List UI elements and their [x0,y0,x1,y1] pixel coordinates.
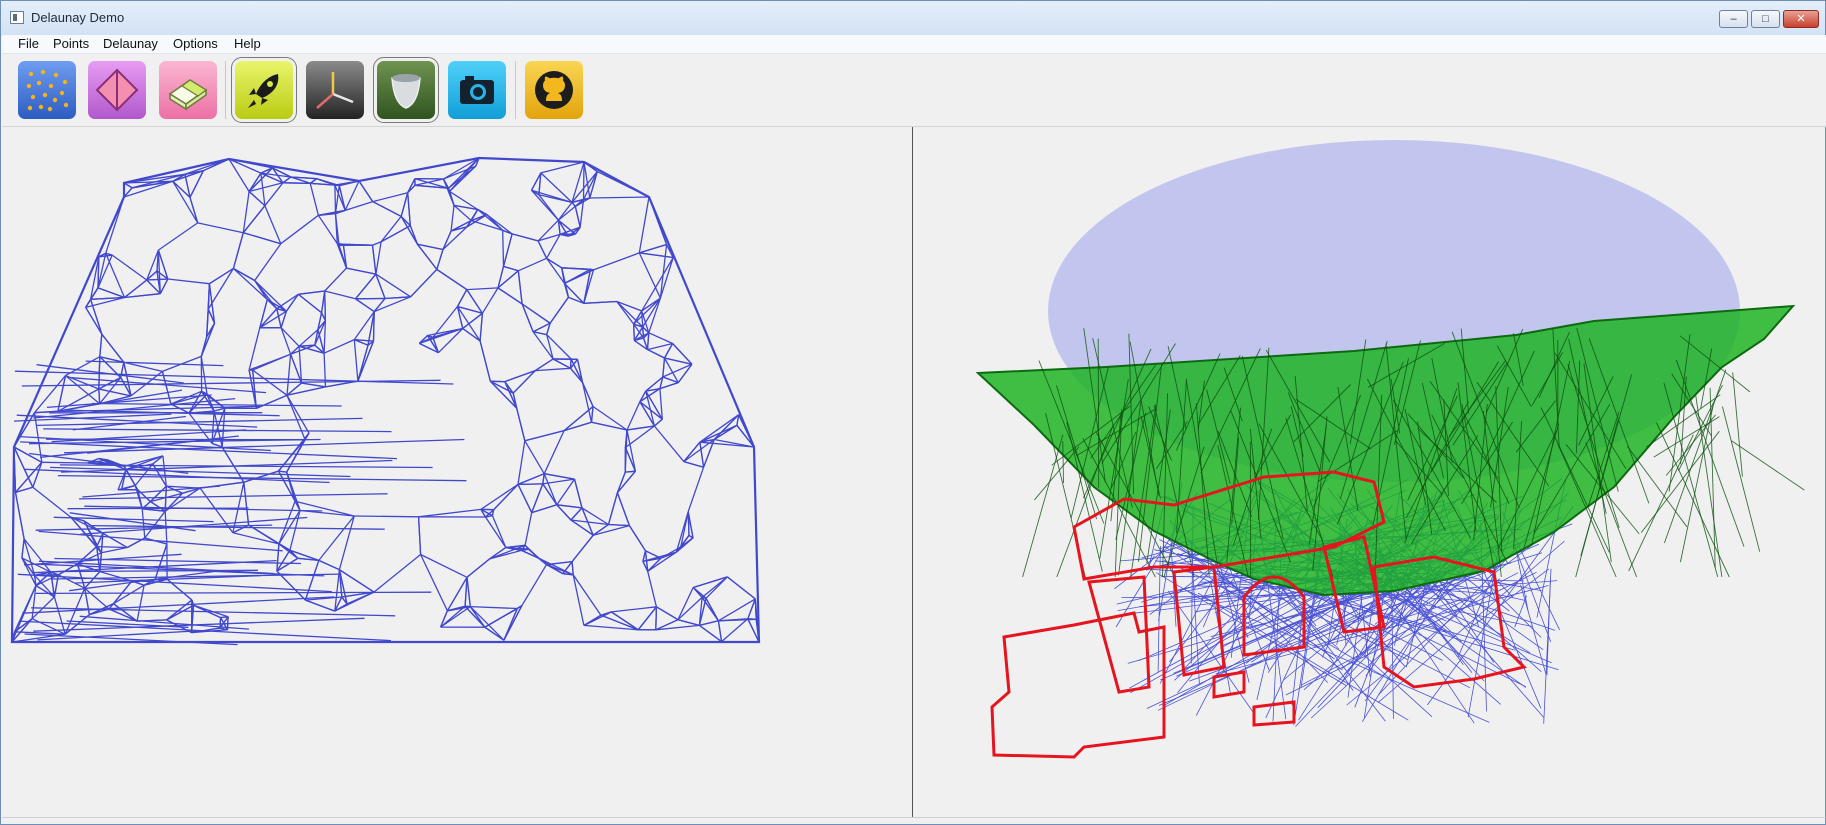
2d-delaunay-view[interactable] [9,127,912,817]
lifted-mesh-render [975,140,1805,759]
minimize-button[interactable]: – [1719,10,1748,28]
github-button[interactable] [525,61,583,119]
menu-delaunay[interactable]: Delaunay [101,36,160,51]
screenshot-button[interactable] [448,61,506,119]
gate-outline-path [1252,700,1296,727]
github-icon [535,71,573,109]
menu-help[interactable]: Help [232,36,263,51]
status-border [2,817,1826,818]
diamond-triangulation-icon [95,68,139,112]
app-window: Delaunay Demo – □ ✕ File Points Delaunay… [0,0,1826,825]
app-icon [10,11,24,24]
title-bar[interactable]: Delaunay Demo – □ ✕ [1,1,1825,36]
triangulate-button[interactable] [88,61,146,119]
toolbar-separator [225,61,226,119]
gate-outline-path [990,611,1166,759]
menu-file[interactable]: File [16,36,41,51]
view-splitter[interactable] [912,127,913,817]
run-button[interactable] [231,57,297,123]
maximize-button[interactable]: □ [1751,10,1780,28]
3d-lifted-view[interactable] [914,127,1820,817]
camera-icon [460,76,494,104]
clear-button[interactable] [159,61,217,119]
menu-bar: File Points Delaunay Options Help [2,35,1826,54]
close-button[interactable]: ✕ [1783,10,1819,28]
random-points-button[interactable] [18,61,76,119]
mesh-edges [10,156,761,646]
rocket-icon [248,74,279,108]
eraser-icon [168,79,208,111]
delaunay-mesh [10,156,761,646]
window-title: Delaunay Demo [31,10,125,25]
random-points-icon [26,69,69,112]
menu-points[interactable]: Points [51,36,91,51]
gate-outline-path [1087,575,1151,694]
menu-options[interactable]: Options [171,36,220,51]
toolbar-separator [515,61,516,119]
axes-icon [316,72,354,109]
paraboloid-button[interactable] [373,57,439,123]
paraboloid-icon [391,74,421,109]
axes-button[interactable] [306,61,364,119]
